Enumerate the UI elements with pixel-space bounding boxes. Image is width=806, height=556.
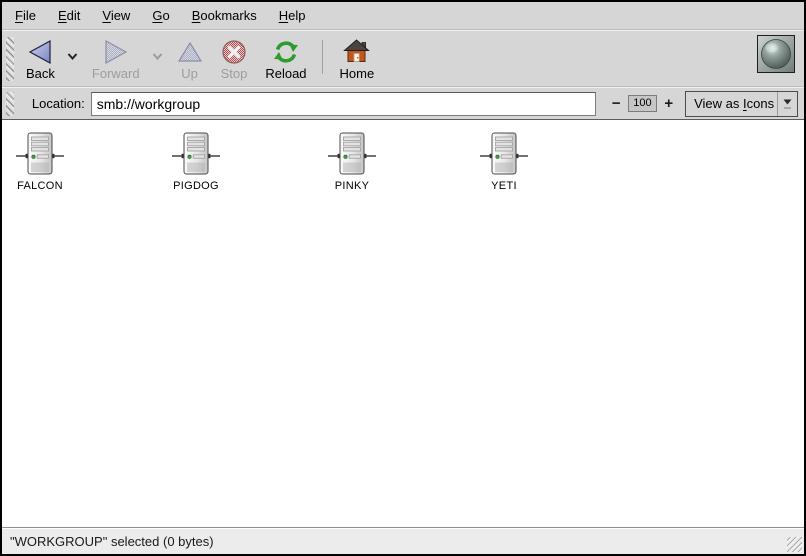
stop-button[interactable]: Stop xyxy=(213,34,256,84)
forward-history-dropdown[interactable] xyxy=(148,28,167,84)
menu-view-label: V xyxy=(102,8,110,23)
menu-go-label: G xyxy=(152,8,162,23)
server-label: PIGDOG xyxy=(173,180,219,192)
back-history-dropdown[interactable] xyxy=(63,28,82,84)
zoom-level-indicator[interactable]: 100 xyxy=(628,95,658,112)
status-text: "WORKGROUP" selected (0 bytes) xyxy=(10,534,214,549)
menu-go[interactable]: Go xyxy=(141,3,180,28)
server-icon xyxy=(328,132,376,176)
reload-label: Reload xyxy=(265,66,306,81)
menu-file[interactable]: File xyxy=(4,3,47,28)
up-button[interactable]: Up xyxy=(169,34,211,84)
back-icon xyxy=(27,38,54,65)
menu-help[interactable]: Help xyxy=(268,3,317,28)
menu-edit[interactable]: Edit xyxy=(47,3,91,28)
chevron-down-icon xyxy=(67,53,78,60)
server-item-falcon[interactable]: FALCON xyxy=(2,132,78,192)
server-label: PINKY xyxy=(335,180,370,192)
home-button[interactable]: Home xyxy=(332,34,383,84)
throbber-icon xyxy=(757,35,795,78)
menu-bookmarks[interactable]: Bookmarks xyxy=(181,3,268,28)
menu-help-label: H xyxy=(279,8,288,23)
toolbar: Back Forward Up xyxy=(2,30,804,87)
up-icon xyxy=(177,38,203,65)
view-as-label: View as Icons xyxy=(686,96,777,111)
toolbar-separator xyxy=(322,40,323,74)
locationbar-drag-handle[interactable] xyxy=(6,92,14,116)
option-menu-indicator-icon xyxy=(777,92,797,116)
icon-view[interactable]: FALCON PIGDOG xyxy=(2,119,804,527)
location-input[interactable] xyxy=(91,92,596,116)
view-as-dropdown[interactable]: View as Icons xyxy=(685,91,798,117)
menu-view[interactable]: View xyxy=(91,3,141,28)
server-label: FALCON xyxy=(17,180,63,192)
location-bar: Location: − 100 + View as Icons xyxy=(2,87,804,119)
menubar: File Edit View Go Bookmarks Help xyxy=(2,2,804,30)
server-label: YETI xyxy=(491,180,517,192)
file-manager-window: File Edit View Go Bookmarks Help Back Fo… xyxy=(0,0,806,556)
resize-grip[interactable] xyxy=(787,537,802,552)
location-label: Location: xyxy=(32,96,85,111)
status-bar: "WORKGROUP" selected (0 bytes) xyxy=(2,527,804,554)
menu-edit-label: E xyxy=(58,8,67,23)
server-icon xyxy=(16,132,64,176)
forward-button[interactable]: Forward xyxy=(84,34,148,84)
back-label: Back xyxy=(26,66,55,81)
up-label: Up xyxy=(181,66,198,81)
home-label: Home xyxy=(340,66,375,81)
home-icon xyxy=(343,38,370,65)
zoom-out-button[interactable]: − xyxy=(609,94,624,113)
stop-label: Stop xyxy=(221,66,248,81)
server-item-yeti[interactable]: YETI xyxy=(466,132,542,192)
toolbar-drag-handle[interactable] xyxy=(6,37,14,81)
back-button[interactable]: Back xyxy=(18,34,63,84)
chevron-down-icon xyxy=(152,53,163,60)
zoom-in-button[interactable]: + xyxy=(661,94,676,113)
forward-icon xyxy=(102,38,129,65)
stop-icon xyxy=(221,38,247,65)
forward-label: Forward xyxy=(92,66,140,81)
menu-file-label: F xyxy=(15,8,23,23)
server-icon xyxy=(172,132,220,176)
reload-icon xyxy=(273,38,299,65)
reload-button[interactable]: Reload xyxy=(257,34,314,84)
server-icon xyxy=(480,132,528,176)
server-item-pigdog[interactable]: PIGDOG xyxy=(158,132,234,192)
server-item-pinky[interactable]: PINKY xyxy=(314,132,390,192)
